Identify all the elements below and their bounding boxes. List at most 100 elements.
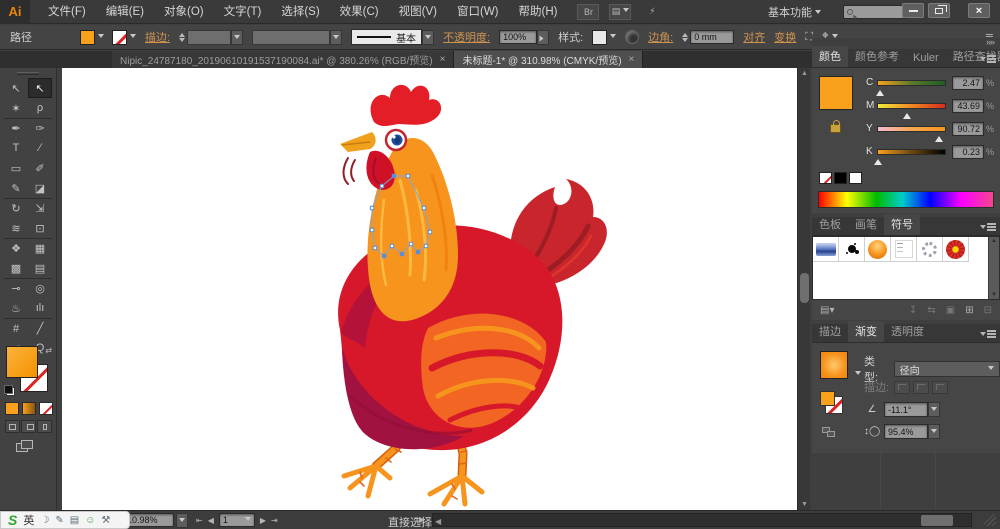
- artboard-number-field[interactable]: 1: [219, 513, 255, 527]
- draw-inside-button[interactable]: [37, 420, 52, 433]
- app-logo[interactable]: Ai: [0, 0, 30, 24]
- ime-keyboard-icon[interactable]: ▤: [70, 515, 79, 526]
- fill-color-swatch[interactable]: [80, 30, 95, 45]
- symbol-ink-splat[interactable]: [839, 237, 865, 262]
- fill-stroke-indicator[interactable]: ⇄: [6, 346, 52, 396]
- opacity-caret[interactable]: [537, 30, 549, 45]
- direct-selection-tool[interactable]: ↖: [28, 78, 52, 98]
- gradient-button[interactable]: [22, 402, 36, 415]
- gradient-tool[interactable]: ▤: [28, 258, 52, 278]
- canvas-vertical-scrollbar[interactable]: ▲ ▼: [797, 68, 810, 510]
- eraser-tool[interactable]: ◪: [28, 178, 52, 198]
- color-button[interactable]: [5, 402, 19, 415]
- pen-tool[interactable]: ✒: [4, 118, 28, 138]
- reverse-gradient-icon[interactable]: [822, 427, 836, 438]
- scroll-down-icon[interactable]: ▼: [801, 501, 808, 508]
- transform-link[interactable]: 变换: [774, 29, 796, 45]
- panel-tab-渐变[interactable]: 渐变: [848, 321, 884, 342]
- draw-behind-button[interactable]: [21, 420, 36, 433]
- blend-tool[interactable]: ◎: [28, 278, 52, 298]
- style-swatch[interactable]: [592, 30, 607, 45]
- first-artboard-icon[interactable]: ⇤: [196, 516, 203, 525]
- width-tool[interactable]: ≋: [4, 218, 28, 238]
- symbol-blue-ribbon[interactable]: [813, 237, 839, 262]
- ime-pen-icon[interactable]: ✎: [55, 515, 63, 526]
- bridge-icon[interactable]: Br: [577, 4, 599, 20]
- gradient-type-dropdown[interactable]: 径向: [894, 361, 1000, 377]
- symbol-red-flower[interactable]: [943, 237, 969, 262]
- symbol-empty-frame[interactable]: [891, 237, 917, 262]
- menu-item-1[interactable]: 编辑(E): [96, 0, 154, 24]
- gradient-angle-field[interactable]: -11.1°: [884, 402, 928, 417]
- symbol-options-icon[interactable]: ▣: [946, 305, 955, 316]
- panel-tab-色板[interactable]: 色板: [812, 214, 848, 235]
- magenta-value-field[interactable]: 43.69: [952, 99, 984, 113]
- width-profile-caret[interactable]: [330, 30, 342, 45]
- perspective-grid-tool[interactable]: ▦: [28, 238, 52, 258]
- pencil-tool[interactable]: ✎: [4, 178, 28, 198]
- symbols-scrollbar[interactable]: ▲▼: [988, 237, 999, 299]
- close-button[interactable]: ×: [968, 3, 990, 18]
- minimize-button[interactable]: [902, 3, 924, 18]
- slice-tool[interactable]: ╱: [28, 318, 52, 338]
- corner-stepper[interactable]: [682, 30, 688, 45]
- cs-live-icon[interactable]: ⚡: [641, 4, 663, 20]
- tab-close-icon[interactable]: ×: [440, 54, 446, 65]
- document-tab-1[interactable]: 未标题-1* @ 310.98% (CMYK/预览)×: [454, 51, 643, 68]
- menu-item-4[interactable]: 选择(S): [271, 0, 329, 24]
- eyedropper-tool[interactable]: ⊸: [4, 278, 28, 298]
- gradient-fill-swatch[interactable]: [820, 351, 848, 379]
- scale-tool[interactable]: ⇲: [28, 198, 52, 218]
- vscroll-thumb[interactable]: [800, 273, 809, 303]
- restore-button[interactable]: [928, 3, 950, 18]
- gradient-angle-caret[interactable]: [928, 402, 940, 417]
- current-color-swatch[interactable]: [819, 76, 853, 110]
- menu-item-7[interactable]: 窗口(W): [447, 0, 509, 24]
- panel-tab-颜色[interactable]: 颜色: [812, 46, 848, 67]
- black-swatch[interactable]: [834, 172, 847, 184]
- scroll-left-icon[interactable]: ◀: [435, 517, 441, 526]
- place-symbol-icon[interactable]: ↧: [909, 305, 917, 316]
- width-profile-dropdown[interactable]: [252, 30, 330, 45]
- menu-item-5[interactable]: 效果(C): [330, 0, 389, 24]
- symbol-libraries-icon[interactable]: ▤▾: [820, 305, 834, 316]
- stroke-across-icon[interactable]: [932, 381, 948, 394]
- rooster-artwork[interactable]: [312, 80, 612, 510]
- menu-item-6[interactable]: 视图(V): [389, 0, 447, 24]
- toolbar-grip[interactable]: [17, 72, 39, 75]
- cyan-value-field[interactable]: 2.47: [952, 76, 984, 90]
- panel-tab-Kuler[interactable]: Kuler: [906, 50, 946, 67]
- paintbrush-tool[interactable]: ✐: [28, 158, 52, 178]
- symbol-wreath[interactable]: [917, 237, 943, 262]
- gradient-swatch-caret[interactable]: [855, 371, 861, 378]
- column-graph-tool[interactable]: ılı: [28, 298, 52, 318]
- stroke-weight-stepper[interactable]: [179, 30, 185, 45]
- curvature-tool[interactable]: ✑: [28, 118, 52, 138]
- default-fill-stroke-icon[interactable]: [6, 387, 15, 396]
- ime-language-toggle[interactable]: 英: [23, 512, 34, 528]
- search-box[interactable]: [843, 5, 909, 19]
- rectangle-tool[interactable]: ▭: [4, 158, 28, 178]
- scroll-up-icon[interactable]: ▲: [801, 70, 808, 77]
- input-method-bar[interactable]: S 英 ☽ ✎ ▤ ☺ ⚒: [0, 511, 130, 529]
- free-transform-tool[interactable]: ⊡: [28, 218, 52, 238]
- zoom-level-caret[interactable]: [176, 513, 188, 528]
- document-tab-0[interactable]: Nipic_24787180_20190610191537190084.ai* …: [112, 51, 454, 68]
- panel-tab-透明度[interactable]: 透明度: [884, 321, 931, 342]
- rotate-tool[interactable]: ↻: [4, 198, 28, 218]
- stroke-within-icon[interactable]: [894, 381, 910, 394]
- opacity-field[interactable]: 100%: [499, 30, 537, 44]
- panel-tab-描边[interactable]: 描边: [812, 321, 848, 342]
- gradient-stroke-proxy[interactable]: [820, 391, 844, 415]
- white-swatch[interactable]: [849, 172, 862, 184]
- workspace-switcher[interactable]: 基本功能: [768, 4, 821, 20]
- symbol-orange-orb[interactable]: [865, 237, 891, 262]
- panel-tab-符号[interactable]: 符号: [884, 214, 920, 235]
- corner-field[interactable]: 0 mm: [690, 30, 734, 44]
- sogou-logo[interactable]: S: [8, 512, 17, 528]
- yellow-slider[interactable]: [877, 126, 946, 132]
- gradient-aspect-caret[interactable]: [928, 424, 940, 439]
- hscroll-thumb[interactable]: [921, 515, 953, 526]
- recolor-artwork-icon[interactable]: [625, 30, 639, 44]
- artboard-tool[interactable]: #: [4, 318, 28, 338]
